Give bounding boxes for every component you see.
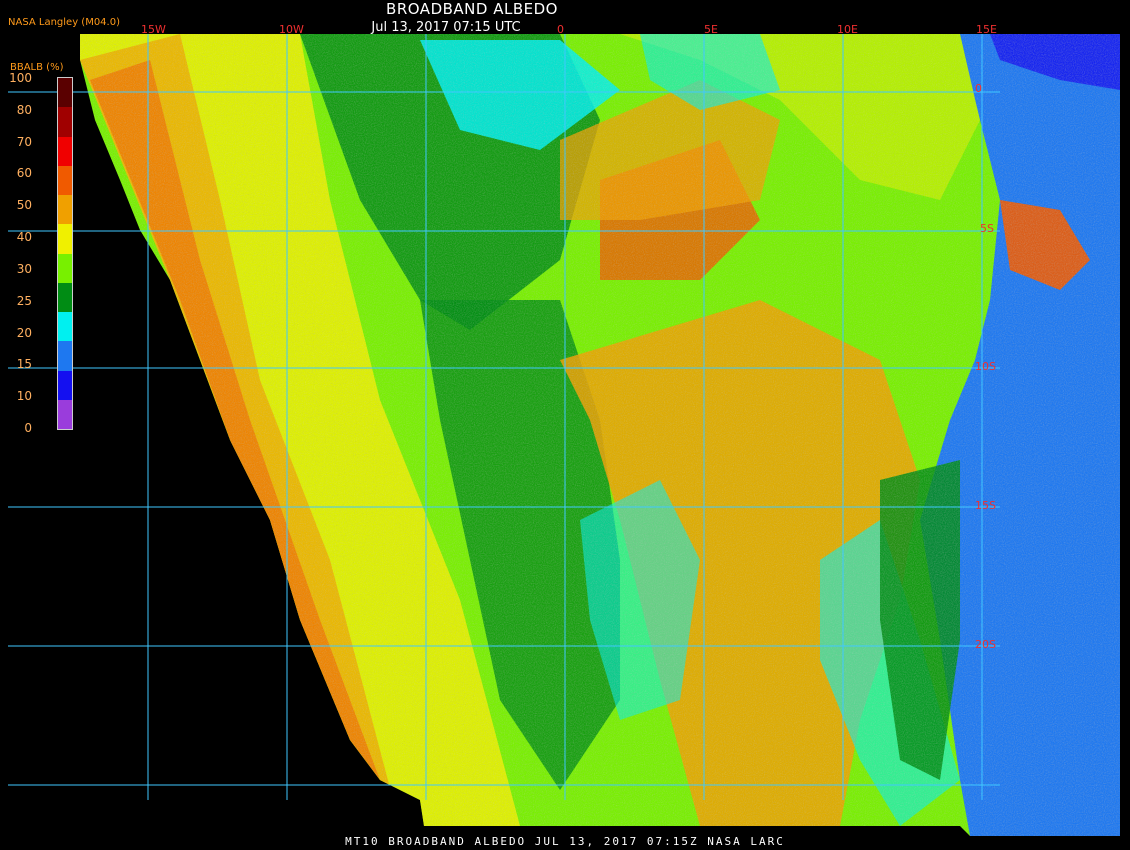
longitude-label: 15E <box>976 23 997 36</box>
legend-tick-label: 50 <box>16 198 32 213</box>
legend-tick-label: 100 <box>9 71 32 85</box>
legend-tick-label: 70 <box>16 134 32 149</box>
latitude-label: 20S <box>975 638 996 651</box>
legend-swatch <box>58 78 72 108</box>
latitude-label: 10S <box>975 360 996 373</box>
longitude-label: 15W <box>141 23 166 36</box>
legend-tick-label: 0 <box>24 421 32 435</box>
map-timestamp: Jul 13, 2017 07:15 UTC <box>371 20 521 35</box>
legend-swatch <box>58 282 72 312</box>
legend-tick-label: 20 <box>16 325 32 340</box>
legend-swatch <box>58 253 72 283</box>
latitude-label: 5S <box>980 222 994 235</box>
color-legend-bar <box>57 77 73 430</box>
legend-tick-label: 80 <box>16 102 32 117</box>
legend-swatch <box>58 312 72 342</box>
albedo-map <box>8 34 1120 836</box>
legend-swatch <box>58 107 72 137</box>
map-footer: MT10 BROADBAND ALBEDO JUL 13, 2017 07:15… <box>345 835 785 848</box>
legend-swatch <box>58 165 72 195</box>
legend-tick-label: 15 <box>16 357 32 372</box>
longitude-label: 10W <box>279 23 304 36</box>
legend-tick-label: 30 <box>16 261 32 276</box>
map-title: BROADBAND ALBEDO <box>386 0 558 18</box>
legend-swatch <box>58 370 72 400</box>
legend-tick-label: 40 <box>16 230 32 245</box>
longitude-label: 5E <box>704 23 718 36</box>
longitude-label: 0 <box>557 23 564 36</box>
data-source-label: NASA Langley (M04.0) <box>8 17 120 28</box>
legend-swatch <box>58 195 72 225</box>
legend-swatch <box>58 341 72 371</box>
legend-swatch <box>58 399 72 429</box>
longitude-label: 10E <box>837 23 858 36</box>
legend-tick-label: 10 <box>16 389 32 404</box>
legend-swatch <box>58 224 72 254</box>
legend-tick-label: 60 <box>16 166 32 181</box>
latitude-label: 15S <box>975 499 996 512</box>
legend-swatch <box>58 136 72 166</box>
legend-tick-label: 25 <box>16 293 32 308</box>
latitude-label: 0 <box>975 82 982 95</box>
